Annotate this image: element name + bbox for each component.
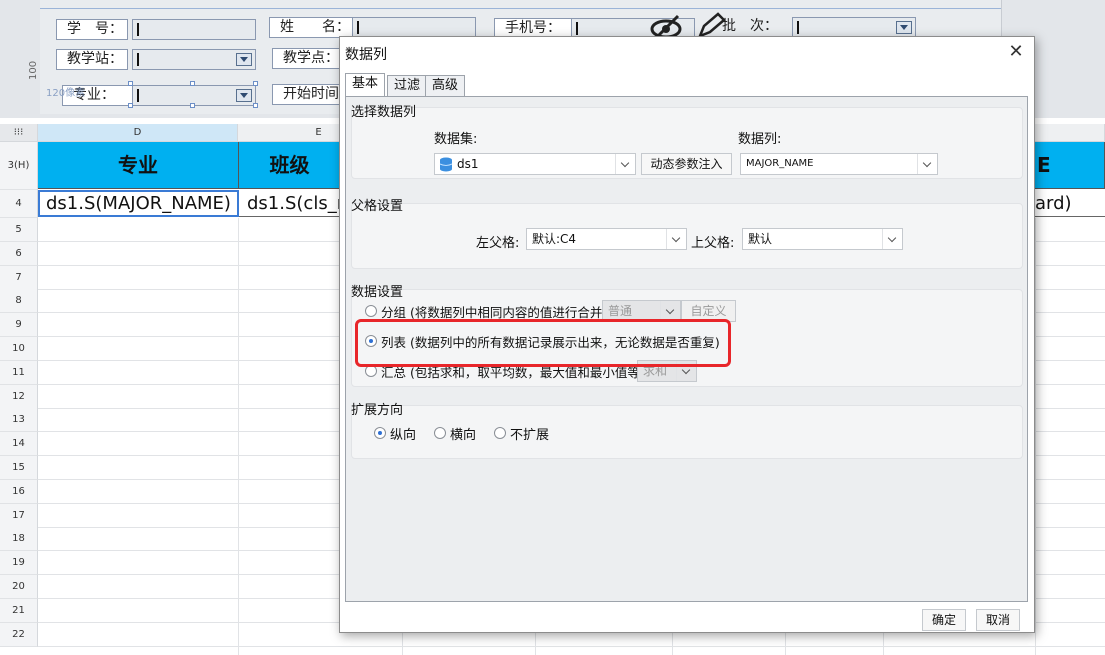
param-label-station: 教学站：	[56, 49, 128, 70]
row-header[interactable]: 8	[0, 289, 38, 313]
param-label-start-time: 开始时间	[272, 84, 342, 105]
top-parent-value: 默认	[748, 232, 773, 246]
cell-right[interactable]: ard)	[1035, 190, 1105, 217]
ok-button[interactable]: 确定	[922, 609, 966, 631]
row-header[interactable]: 14	[0, 432, 38, 456]
left-parent-value: 默认:C4	[532, 232, 577, 246]
row-header[interactable]: 9	[0, 313, 38, 337]
dataset-label: 数据集:	[434, 132, 478, 147]
dataset-select[interactable]: ds1	[434, 153, 636, 175]
row-header-3[interactable]: 3(H)	[0, 142, 38, 190]
student-id-field[interactable]	[132, 19, 256, 40]
parent-settings-group	[351, 203, 1023, 269]
expand-direction-title: 扩展方向	[351, 403, 404, 418]
row-header[interactable]: 12	[0, 385, 38, 409]
batch-dropdown-icon[interactable]	[896, 21, 912, 34]
param-label-point: 教学点：	[272, 48, 342, 69]
row-header[interactable]: 16	[0, 480, 38, 504]
row-header[interactable]: 7	[0, 266, 38, 290]
cell-class-name[interactable]: ds1.S(cls_n	[239, 190, 340, 217]
group-mode-value: 普通	[608, 304, 633, 318]
row-header[interactable]: 10	[0, 337, 38, 361]
data-column-value: MAJOR_NAME	[746, 158, 814, 169]
parent-settings-title: 父格设置	[351, 199, 404, 214]
data-settings-title: 数据设置	[351, 285, 404, 300]
row-header[interactable]: 17	[0, 504, 38, 528]
radio-vertical[interactable]	[374, 427, 386, 439]
row-header[interactable]: 11	[0, 361, 38, 385]
top-parent-chevron-down-icon[interactable]	[882, 229, 902, 249]
header-cell-class[interactable]: 班级	[239, 142, 340, 189]
select-data-column-title: 选择数据列	[351, 105, 417, 120]
top-parent-label: 上父格:	[691, 236, 735, 251]
header-cell-major[interactable]: 专业	[38, 142, 239, 189]
param-label-student-id: 学 号：	[56, 19, 128, 40]
row-line	[38, 646, 1105, 647]
station-dropdown-icon[interactable]	[236, 53, 252, 66]
param-label-name: 姓 名：	[269, 17, 353, 38]
row-header[interactable]: 13	[0, 408, 38, 432]
major-dropdown-icon[interactable]	[236, 89, 252, 102]
select-all-corner[interactable]: ⁝⁝⁝	[0, 124, 38, 142]
row-header[interactable]: 22	[0, 623, 38, 647]
vertical-label: 纵向	[390, 428, 417, 443]
data-column-label: 数据列:	[738, 132, 782, 147]
column-header-d[interactable]: D	[38, 124, 238, 142]
data-column-select[interactable]: MAJOR_NAME	[740, 153, 938, 175]
radio-horizontal[interactable]	[434, 427, 446, 439]
batch-select[interactable]	[792, 17, 916, 38]
tab-filter[interactable]: 过滤	[387, 75, 428, 96]
data-column-chevron-down-icon[interactable]	[917, 154, 937, 174]
left-parent-select[interactable]: 默认:C4	[526, 228, 687, 250]
radio-group-option[interactable]	[365, 305, 377, 317]
left-parent-chevron-down-icon[interactable]	[666, 229, 686, 249]
cell-major-name[interactable]: ds1.S(MAJOR_NAME)	[38, 190, 239, 217]
ruler-mark: 120像素	[46, 88, 86, 99]
row-header[interactable]: 21	[0, 599, 38, 623]
station-select[interactable]	[132, 49, 256, 70]
row-header[interactable]: 19	[0, 551, 38, 575]
highlight-box	[355, 319, 731, 367]
name-field[interactable]	[352, 17, 476, 38]
param-label-batch: 批 次：	[722, 18, 778, 34]
tab-advanced[interactable]: 高级	[425, 75, 466, 96]
row-header[interactable]: 5	[0, 218, 38, 242]
top-parent-select[interactable]: 默认	[742, 228, 903, 250]
dataset-chevron-down-icon[interactable]	[615, 154, 635, 174]
dynamic-param-button[interactable]: 动态参数注入	[641, 153, 732, 175]
row-header[interactable]: 6	[0, 242, 38, 266]
close-icon[interactable]: ✕	[1004, 40, 1028, 64]
header-cell-right[interactable]: E	[1035, 142, 1105, 189]
database-icon	[439, 157, 453, 172]
no-expand-label: 不扩展	[510, 428, 550, 443]
vertical-ruler: 100	[28, 60, 39, 80]
row-header[interactable]: 18	[0, 527, 38, 551]
dialog-title: 数据列	[345, 47, 387, 63]
horizontal-label: 横向	[450, 428, 477, 443]
cancel-button[interactable]: 取消	[976, 609, 1020, 631]
left-parent-label: 左父格:	[476, 236, 520, 251]
dataset-value: ds1	[457, 157, 479, 171]
row-header[interactable]: 15	[0, 456, 38, 480]
row-header[interactable]: 20	[0, 575, 38, 599]
radio-no-expand[interactable]	[494, 427, 506, 439]
row-header-4[interactable]: 4	[0, 190, 38, 218]
tab-basic[interactable]: 基本	[345, 73, 386, 96]
group-mode-chevron-down-icon[interactable]	[660, 301, 680, 321]
